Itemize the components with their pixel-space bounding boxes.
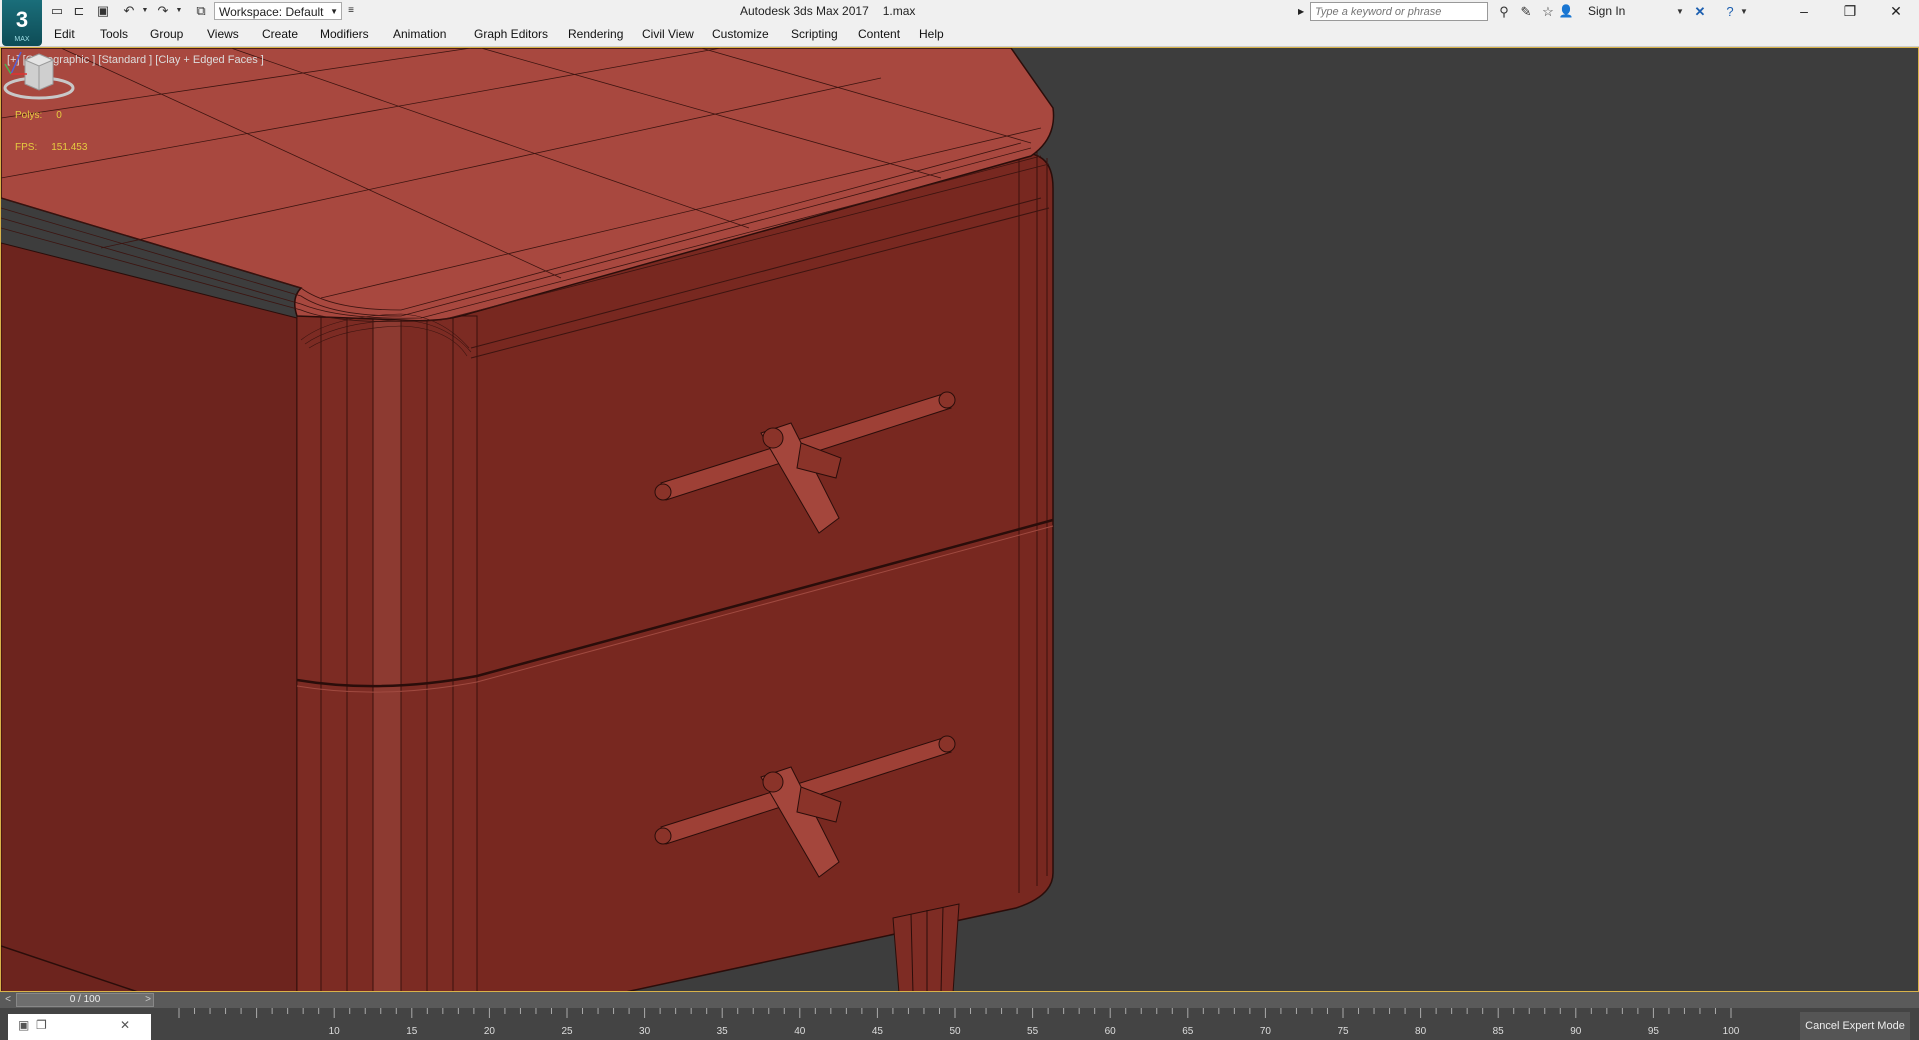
cabinet-leg xyxy=(892,903,960,991)
track-bar: ▣ ❐ ✕ 10 15 20 25 30 35 40 45 50 55 60 65 70 75 80 85 90… xyxy=(0,1008,1919,1040)
restore-button[interactable]: ❐ xyxy=(1827,0,1873,23)
menu-tools[interactable]: Tools xyxy=(100,23,128,46)
menu-animation[interactable]: Animation xyxy=(393,23,446,46)
cabinet-left-side xyxy=(1,242,298,991)
chevron-down-icon[interactable]: ▼ xyxy=(1734,2,1754,21)
time-slider[interactable]: < 0 / 100 > xyxy=(0,992,1919,1008)
chevron-right-icon[interactable]: ▶ xyxy=(1298,2,1308,21)
ruler-label: 25 xyxy=(561,1026,573,1037)
ruler-label: 30 xyxy=(639,1026,651,1037)
menu-customize[interactable]: Customize xyxy=(712,23,769,46)
ruler-label: 95 xyxy=(1648,1026,1660,1037)
menu-civil-view[interactable]: Civil View xyxy=(642,23,694,46)
ruler-label: 100 xyxy=(1723,1026,1740,1037)
ruler-label: 40 xyxy=(794,1026,806,1037)
window-icon[interactable]: ❐ xyxy=(36,1018,47,1032)
close-button[interactable]: ✕ xyxy=(1873,0,1919,23)
workspace-select[interactable]: Workspace: Default ▼ xyxy=(214,2,342,20)
maxscript-mini-listener[interactable]: ▣ ❐ ✕ xyxy=(8,1014,151,1040)
ruler-label: 75 xyxy=(1337,1026,1349,1037)
polys-label: Polys: xyxy=(15,110,43,121)
ruler-label: 35 xyxy=(717,1026,729,1037)
window-title: Autodesk 3ds Max 2017 1.max xyxy=(740,4,916,18)
subscription-icon[interactable]: ✎ xyxy=(1516,2,1536,21)
workspace-menu-button[interactable]: ≡ xyxy=(344,2,358,20)
prev-frame-button[interactable]: < xyxy=(0,992,16,1008)
search-area: ▶ ⚲ ✎ ☆ 👤 Sign In ▼ ✕ ? ▼ xyxy=(1298,2,1758,21)
ruler-label: 60 xyxy=(1105,1026,1117,1037)
sign-in-button[interactable]: Sign In xyxy=(1588,2,1625,21)
fps-label: FPS: xyxy=(15,142,38,153)
viewport-scene xyxy=(1,48,1055,991)
viewport-statistics: Polys: 0 FPS: 151.453 xyxy=(15,100,87,164)
binoculars-icon[interactable]: ⚲ xyxy=(1494,2,1514,21)
menu-views[interactable]: Views xyxy=(207,23,239,46)
time-slider-thumb[interactable]: 0 / 100 xyxy=(16,993,154,1007)
menu-edit[interactable]: Edit xyxy=(54,23,75,46)
menu-modifiers[interactable]: Modifiers xyxy=(320,23,369,46)
open-file-icon[interactable]: ⊏ xyxy=(70,3,88,19)
title-bar: 3 MAX ▭ ⊏ ▣ ↶ ▼ ↷ ▼ ⧉ Workspace: Default ▼… xyxy=(0,0,1919,46)
ruler-label: 10 xyxy=(329,1026,341,1037)
menu-scripting[interactable]: Scripting xyxy=(791,23,838,46)
ruler-label: 45 xyxy=(872,1026,884,1037)
user-icon: 👤 xyxy=(1558,4,1574,18)
ruler-label: 85 xyxy=(1493,1026,1505,1037)
chevron-down-icon: ▼ xyxy=(330,7,338,16)
ruler-label: 20 xyxy=(484,1026,496,1037)
ruler-label: 70 xyxy=(1260,1026,1272,1037)
polys-value: 0 xyxy=(56,110,62,121)
save-icon[interactable]: ▣ xyxy=(94,3,112,19)
axis-tripod-icon xyxy=(4,51,27,75)
chevron-down-icon[interactable]: ▼ xyxy=(1670,2,1690,21)
menu-bar: Edit Tools Group Views Create Modifiers … xyxy=(0,23,1919,47)
frame-ruler[interactable]: 10 15 20 25 30 35 40 45 50 55 60 65 70 75 80 85 90 95 100 xyxy=(155,1008,1753,1040)
menu-group[interactable]: Group xyxy=(150,23,183,46)
close-icon[interactable]: ✕ xyxy=(120,1018,130,1032)
redo-dropdown-icon[interactable]: ▼ xyxy=(170,3,188,19)
menu-rendering[interactable]: Rendering xyxy=(568,23,623,46)
exchange-x-icon[interactable]: ✕ xyxy=(1690,2,1710,21)
favorites-star-icon[interactable]: ☆ xyxy=(1538,2,1558,21)
search-input[interactable] xyxy=(1310,2,1488,21)
new-file-icon[interactable]: ▭ xyxy=(48,3,66,19)
ruler-label: 80 xyxy=(1415,1026,1427,1037)
next-frame-button[interactable]: > xyxy=(140,992,156,1008)
ruler-label: 50 xyxy=(949,1026,961,1037)
cancel-expert-mode-button[interactable]: Cancel Expert Mode xyxy=(1800,1012,1910,1040)
script-icon[interactable]: ▣ xyxy=(18,1018,29,1032)
project-icon[interactable]: ⧉ xyxy=(192,3,210,19)
ruler-label: 90 xyxy=(1570,1026,1582,1037)
ruler-label: 55 xyxy=(1027,1026,1039,1037)
app-logo-icon[interactable]: 3 MAX xyxy=(2,0,42,46)
menu-create[interactable]: Create xyxy=(262,23,298,46)
corner-column xyxy=(296,315,478,991)
ruler-label: 65 xyxy=(1182,1026,1194,1037)
menu-content[interactable]: Content xyxy=(858,23,900,46)
menu-graph-editors[interactable]: Graph Editors xyxy=(474,23,548,46)
menu-help[interactable]: Help xyxy=(919,23,944,46)
minimize-button[interactable]: – xyxy=(1781,0,1827,23)
undo-dropdown-icon[interactable]: ▼ xyxy=(136,3,154,19)
fps-value: 151.453 xyxy=(51,142,88,153)
ruler-label: 15 xyxy=(406,1026,418,1037)
viewport-orthographic[interactable]: [+] [Orthographic ] [Standard ] [Clay + … xyxy=(0,47,1919,992)
